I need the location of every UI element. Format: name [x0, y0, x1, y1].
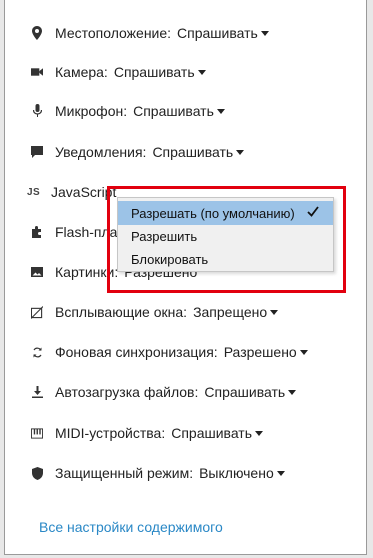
all-content-settings-link[interactable]: Все настройки содержимого — [39, 519, 223, 535]
setting-row-camera: Камера: Спрашивать — [31, 60, 206, 84]
setting-value: Спрашивать — [204, 384, 286, 400]
setting-row-protected-mode: Защищенный режим: Выключено — [31, 461, 285, 485]
notifications-value-dropdown[interactable]: Спрашивать — [152, 144, 245, 160]
background-sync-value-dropdown[interactable]: Разрешено — [224, 344, 308, 360]
setting-value: Спрашивать — [113, 64, 195, 80]
setting-row-javascript: JS JavaScript — [27, 180, 122, 204]
caret-down-icon — [299, 350, 308, 355]
setting-value: Спрашивать — [133, 103, 214, 119]
camera-icon — [31, 64, 43, 80]
menu-item-label: Блокировать — [131, 251, 209, 267]
caret-down-icon — [236, 150, 245, 155]
shield-icon — [31, 465, 43, 481]
auto-download-value-dropdown[interactable]: Спрашивать — [204, 384, 297, 400]
midi-icon — [31, 425, 43, 441]
caret-down-icon — [255, 431, 264, 436]
setting-row-microphone: Микрофон: Спрашивать — [31, 99, 225, 123]
setting-row-notifications: Уведомления: Спрашивать — [31, 140, 245, 164]
caret-down-icon — [288, 390, 297, 395]
setting-label: Всплывающие окна: — [55, 304, 188, 320]
setting-value: Запрещено — [193, 304, 268, 320]
setting-value: Спрашивать — [171, 425, 253, 441]
setting-label: Фоновая синхронизация: — [55, 344, 218, 360]
setting-row-location: Местоположение: Спрашивать — [31, 21, 269, 45]
location-pin-icon — [31, 25, 43, 41]
setting-label: JavaScript — [51, 184, 117, 200]
menu-item-label: Разрешить — [131, 228, 198, 244]
setting-label: Камера: — [55, 64, 108, 80]
caret-down-icon — [270, 310, 279, 315]
protected-mode-value-dropdown[interactable]: Выключено — [199, 465, 285, 481]
setting-value: Спрашивать — [152, 144, 234, 160]
sync-icon — [31, 344, 43, 360]
setting-row-flash: Flash-пла — [31, 220, 123, 244]
setting-label: Защищенный режим: — [55, 465, 194, 481]
setting-label: Flash-пла — [55, 224, 118, 240]
camera-value-dropdown[interactable]: Спрашивать — [114, 64, 206, 80]
caret-down-icon — [276, 471, 285, 476]
setting-label: Местоположение: — [55, 25, 172, 41]
menu-item-label: Разрешать (по умолчанию) — [131, 205, 295, 221]
site-settings-panel: Местоположение: Спрашивать Камера: Спраш… — [4, 0, 367, 555]
midi-value-dropdown[interactable]: Спрашивать — [171, 425, 264, 441]
menu-item-allow[interactable]: Разрешить — [118, 224, 333, 248]
setting-row-background-sync: Фоновая синхронизация: Разрешено — [31, 340, 308, 364]
caret-down-icon — [260, 31, 269, 36]
checkmark-icon — [307, 205, 319, 220]
popup-blocked-icon — [31, 304, 43, 320]
puzzle-icon — [31, 224, 43, 240]
setting-row-popups: Всплывающие окна: Запрещено — [31, 300, 279, 324]
setting-label: Уведомления: — [55, 144, 147, 160]
setting-value: Спрашивать — [177, 25, 258, 41]
setting-label: Автозагрузка файлов: — [55, 384, 199, 400]
location-value-dropdown[interactable]: Спрашивать — [177, 25, 269, 41]
setting-value: Выключено — [199, 465, 274, 481]
setting-label: Картинки: — [55, 264, 119, 280]
setting-value: Разрешено — [223, 344, 297, 360]
javascript-dropdown-menu: Разрешать (по умолчанию) Разрешить Блоки… — [117, 197, 334, 272]
popups-value-dropdown[interactable]: Запрещено — [193, 304, 279, 320]
image-icon — [31, 264, 43, 280]
microphone-value-dropdown[interactable]: Спрашивать — [133, 103, 225, 119]
setting-label: Микрофон: — [55, 103, 128, 119]
setting-label: MIDI-устройства: — [55, 425, 166, 441]
menu-item-allow-default[interactable]: Разрешать (по умолчанию) — [118, 201, 333, 225]
caret-down-icon — [216, 109, 225, 114]
setting-row-auto-download: Автозагрузка файлов: Спрашивать — [31, 380, 297, 404]
setting-row-midi: MIDI-устройства: Спрашивать — [31, 421, 264, 445]
download-icon — [31, 384, 43, 400]
caret-down-icon — [197, 70, 206, 75]
menu-item-block[interactable]: Блокировать — [118, 247, 333, 271]
javascript-icon: JS — [27, 186, 41, 198]
microphone-icon — [31, 103, 43, 119]
notification-icon — [31, 144, 43, 160]
